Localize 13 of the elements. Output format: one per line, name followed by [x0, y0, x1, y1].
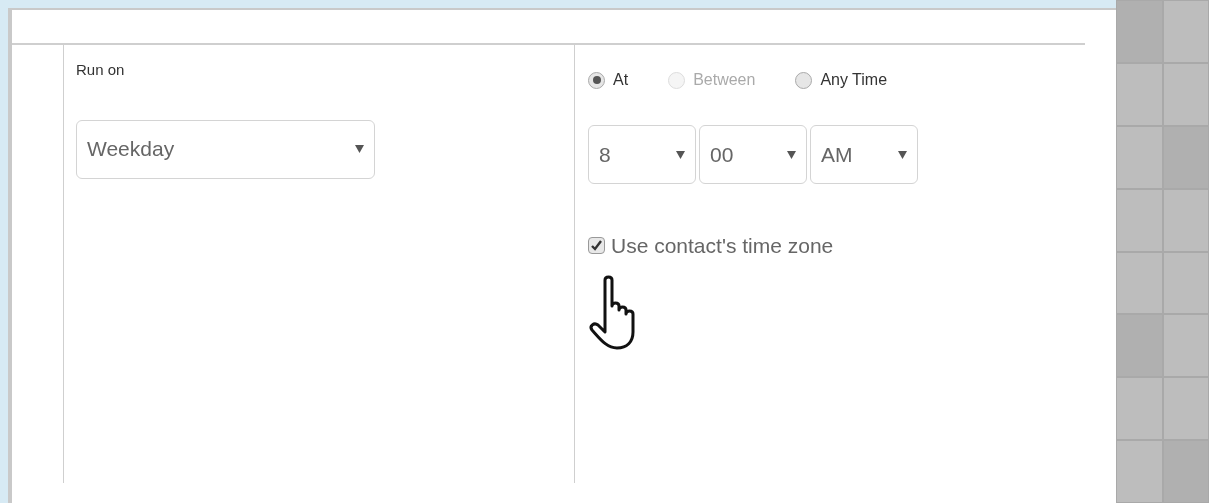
checkmark-icon	[590, 239, 603, 253]
run-on-label: Run on	[76, 60, 126, 80]
time-select[interactable]: 8	[588, 125, 696, 184]
caret-icon	[355, 145, 364, 153]
radio-option[interactable]: Any Time	[795, 68, 888, 92]
caret-icon	[898, 150, 907, 159]
radio-option[interactable]: At	[588, 68, 629, 92]
time-select[interactable]: AM	[810, 125, 918, 184]
caret-icon	[676, 150, 685, 159]
time-select[interactable]: 00	[699, 125, 807, 184]
caret-icon	[787, 150, 796, 159]
timezone-checkbox[interactable]: Use contact's time zone	[588, 230, 1085, 262]
weekday-select[interactable]: Weekday	[76, 119, 375, 179]
